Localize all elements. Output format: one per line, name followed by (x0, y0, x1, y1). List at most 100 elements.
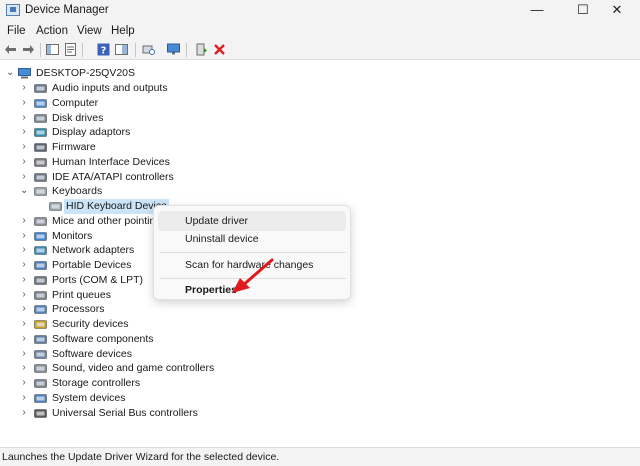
system-device-icon (34, 393, 47, 403)
hid-icon (34, 157, 47, 167)
properties-sheet-icon[interactable] (64, 43, 77, 56)
port-icon (34, 275, 47, 285)
back-arrow-icon[interactable] (4, 43, 17, 56)
uninstall-device-menu-item[interactable]: Uninstall device (158, 229, 346, 249)
monitor-icon (34, 231, 47, 241)
monitor-icon[interactable] (167, 43, 180, 56)
status-bar: Launches the Update Driver Wizard for th… (0, 447, 640, 466)
toolbar-separator (40, 43, 41, 57)
chevron-right-icon[interactable]: › (20, 140, 28, 155)
category-label: Universal Serial Bus controllers (52, 406, 198, 419)
chevron-right-icon[interactable]: › (20, 111, 28, 126)
software-component-icon (34, 334, 47, 344)
keyboard-icon (34, 187, 47, 197)
chevron-right-icon[interactable]: › (20, 96, 28, 111)
chevron-right-icon[interactable]: › (20, 81, 28, 96)
category-label: Monitors (52, 229, 93, 242)
category-label: Security devices (52, 318, 129, 330)
chevron-right-icon[interactable]: › (20, 155, 28, 170)
display-adapter-icon (34, 128, 47, 138)
minimize-button[interactable]: — (514, 0, 560, 22)
category-label: Ports (COM & LPT) (52, 273, 144, 286)
status-text: Launches the Update Driver Wizard for th… (2, 451, 280, 463)
category-label: System devices (52, 391, 126, 404)
chevron-right-icon[interactable]: › (20, 288, 28, 303)
menu-help[interactable]: Help (111, 25, 135, 37)
security-device-icon (34, 320, 47, 329)
category-label: Storage controllers (52, 377, 141, 389)
category-label: Computer (52, 96, 99, 109)
toolbar-separator (82, 43, 83, 57)
chevron-right-icon[interactable]: › (20, 170, 28, 185)
keyboard-icon (49, 202, 62, 211)
printer-icon (34, 290, 47, 300)
processor-icon (34, 305, 47, 315)
chevron-right-icon[interactable]: › (20, 214, 28, 229)
category-label: Software devices (52, 347, 132, 360)
category-label: Network adapters (52, 244, 135, 257)
category-label: Display adaptors (52, 126, 131, 139)
usb-icon (34, 408, 47, 418)
toolbar-separator (186, 43, 187, 57)
svg-text:?: ? (101, 46, 107, 57)
uninstall-device-icon[interactable] (213, 43, 226, 56)
computer-icon (18, 68, 31, 79)
chevron-right-icon[interactable]: › (20, 332, 28, 347)
speaker-icon (34, 84, 47, 93)
chevron-down-icon[interactable]: ⌄ (20, 184, 28, 199)
annotation-arrow (232, 258, 274, 293)
sound-controller-icon (34, 364, 47, 374)
category-label: Portable Devices (52, 259, 132, 271)
disk-drive-icon (34, 113, 47, 123)
chevron-right-icon[interactable]: › (20, 258, 28, 273)
category-label: Human Interface Devices (52, 155, 170, 168)
category-label: IDE ATA/ATAPI controllers (52, 170, 174, 183)
scan-hardware-icon[interactable] (142, 43, 155, 56)
update-driver-icon[interactable] (195, 43, 208, 56)
window-title: Device Manager (25, 4, 109, 16)
action-pane-icon[interactable] (115, 43, 128, 56)
category-label: Processors (52, 303, 105, 316)
menu-bar: File Action View Help (0, 22, 640, 40)
software-device-icon (34, 349, 47, 359)
chevron-right-icon[interactable]: › (20, 406, 28, 421)
network-adapter-icon (34, 246, 47, 256)
help-icon[interactable]: ? (97, 43, 110, 56)
title-bar: Device Manager — ☐ ✕ (0, 0, 640, 22)
chevron-down-icon[interactable]: ⌄ (6, 66, 14, 81)
ide-controller-icon (34, 172, 47, 182)
menu-action[interactable]: Action (36, 25, 68, 37)
category-label: Audio inputs and outputs (52, 82, 168, 94)
tree-root-label: DESKTOP-25QV20S (36, 67, 136, 79)
category-label: Software components (52, 332, 154, 345)
chevron-right-icon[interactable]: › (20, 229, 28, 244)
chevron-right-icon[interactable]: › (20, 317, 28, 332)
category-label: Firmware (52, 141, 96, 153)
close-button[interactable]: ✕ (594, 0, 640, 22)
chevron-right-icon[interactable]: › (20, 302, 28, 317)
menu-file[interactable]: File (7, 25, 26, 37)
storage-controller-icon (34, 379, 47, 388)
category-label: Sound, video and game controllers (52, 362, 215, 375)
update-driver-menu-item[interactable]: Update driver (158, 211, 346, 231)
forward-arrow-icon[interactable] (22, 43, 35, 56)
toolbar: ? (0, 40, 640, 60)
menu-view[interactable]: View (77, 25, 102, 37)
firmware-icon (34, 143, 47, 152)
portable-device-icon (34, 261, 47, 270)
chevron-right-icon[interactable]: › (20, 243, 28, 258)
category-label: Keyboards (52, 185, 103, 198)
computer-icon (34, 98, 47, 108)
chevron-right-icon[interactable]: › (20, 391, 28, 406)
category-label: Disk drives (52, 111, 104, 124)
chevron-right-icon[interactable]: › (20, 361, 28, 376)
chevron-right-icon[interactable]: › (20, 273, 28, 288)
chevron-right-icon[interactable]: › (20, 125, 28, 140)
toolbar-separator (135, 43, 136, 57)
chevron-right-icon[interactable]: › (20, 347, 28, 362)
device-manager-app-icon (6, 4, 20, 16)
chevron-right-icon[interactable]: › (20, 376, 28, 391)
category-label: Print queues (52, 288, 111, 301)
mouse-icon (34, 216, 47, 226)
show-hide-console-tree-icon[interactable] (46, 43, 59, 56)
